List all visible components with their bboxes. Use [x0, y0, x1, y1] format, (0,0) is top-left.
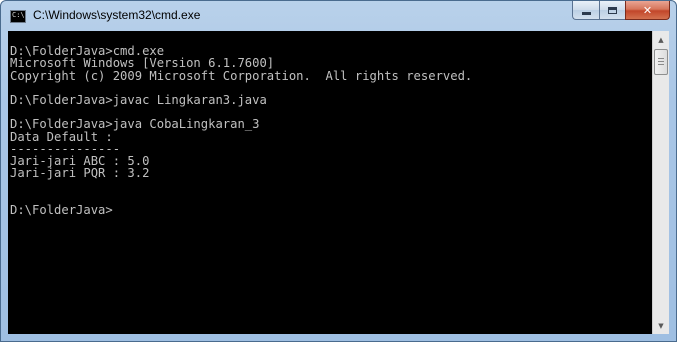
- close-button[interactable]: ✕: [625, 1, 670, 20]
- grip-line-icon: [658, 61, 664, 62]
- minimize-button[interactable]: [572, 1, 599, 20]
- cmd-icon[interactable]: C:\: [10, 10, 26, 23]
- console-text: D:\FolderJava>cmd.exe Microsoft Windows […: [8, 31, 652, 216]
- grip-line-icon: [658, 64, 664, 65]
- console-line: Jari-jari PQR : 3.2: [10, 166, 150, 181]
- grip-line-icon: [658, 58, 664, 59]
- maximize-button[interactable]: [599, 1, 625, 20]
- vertical-scrollbar[interactable]: ▲ ▼: [652, 31, 669, 334]
- arrow-up-icon: ▲: [658, 35, 664, 44]
- console-output[interactable]: D:\FolderJava>cmd.exe Microsoft Windows […: [8, 31, 652, 334]
- scroll-up-button[interactable]: ▲: [653, 31, 669, 48]
- arrow-down-icon: ▼: [658, 321, 664, 330]
- scroll-down-button[interactable]: ▼: [653, 317, 669, 334]
- title-bar[interactable]: C:\ C:\Windows\system32\cmd.exe ✕: [1, 1, 676, 31]
- scroll-thumb[interactable]: [654, 49, 668, 75]
- console-line: Copyright (c) 2009 Microsoft Corporation…: [10, 68, 473, 83]
- caption-buttons: ✕: [572, 1, 670, 20]
- close-icon: ✕: [642, 3, 653, 17]
- console-line: Data Default :: [10, 129, 113, 144]
- cmd-icon-text: C:\: [12, 11, 25, 19]
- console-line: D:\FolderJava>javac Lingkaran3.java: [10, 92, 267, 107]
- console-line: Microsoft Windows [Version 6.1.7600]: [10, 56, 275, 71]
- console-line: D:\FolderJava>java CobaLingkaran_3: [10, 117, 260, 132]
- minimize-icon: [581, 12, 591, 15]
- cmd-window: C:\ C:\Windows\system32\cmd.exe ✕ D:\Fol…: [0, 0, 677, 342]
- console-line: D:\FolderJava>: [10, 202, 113, 217]
- maximize-icon: [608, 6, 617, 14]
- window-title: C:\Windows\system32\cmd.exe: [33, 8, 201, 22]
